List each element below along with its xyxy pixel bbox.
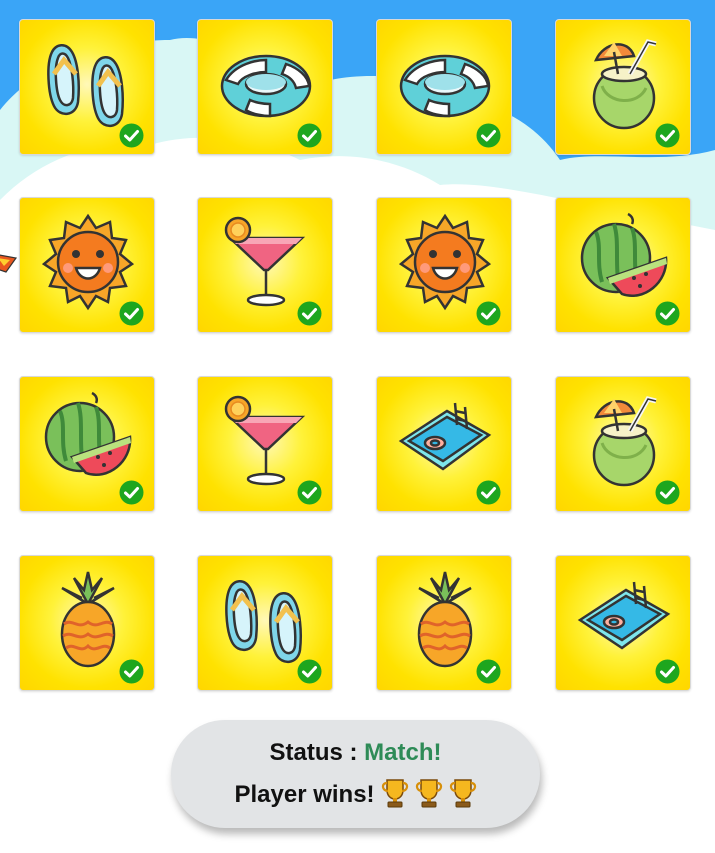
check-icon (297, 480, 322, 505)
check-icon (119, 123, 144, 148)
check-icon (297, 123, 322, 148)
trophy-icon (415, 779, 442, 808)
sun-icon (398, 213, 492, 311)
check-icon (476, 480, 501, 505)
swim-ring-icon (399, 54, 491, 118)
status-label: Status : (269, 739, 358, 766)
trophy-icon (381, 779, 408, 808)
pool-icon (398, 402, 492, 471)
sun-icon (41, 213, 135, 311)
result-line: Player wins! (171, 778, 540, 809)
check-icon (476, 123, 501, 148)
flip-flops-icon (225, 580, 302, 663)
cocktail-icon (224, 395, 306, 486)
card-swim-ring[interactable] (197, 19, 333, 155)
check-icon (119, 301, 144, 326)
airplane-icon (0, 254, 18, 273)
card-sun[interactable] (19, 197, 155, 333)
check-icon (655, 480, 680, 505)
coconut-drink-icon (592, 39, 657, 130)
card-flip-flops[interactable] (197, 555, 333, 691)
pineapple-icon (417, 571, 473, 668)
watermelon-icon (44, 391, 132, 476)
check-icon (655, 301, 680, 326)
check-icon (655, 123, 680, 148)
card-sun[interactable] (376, 197, 512, 333)
watermelon-icon (580, 212, 668, 297)
check-icon (119, 480, 144, 505)
card-coconut-drink[interactable] (555, 19, 691, 155)
coconut-drink-icon (592, 396, 657, 487)
card-swim-ring[interactable] (376, 19, 512, 155)
swim-ring-icon (220, 54, 312, 118)
card-pool[interactable] (376, 376, 512, 512)
card-watermelon[interactable] (555, 197, 691, 333)
card-flip-flops[interactable] (19, 19, 155, 155)
pool-icon (577, 581, 671, 650)
card-coconut-drink[interactable] (555, 376, 691, 512)
card-pineapple[interactable] (376, 555, 512, 691)
card-watermelon[interactable] (19, 376, 155, 512)
trophy-list (375, 779, 477, 808)
card-cocktail[interactable] (197, 197, 333, 333)
check-icon (476, 659, 501, 684)
trophy-icon (449, 779, 476, 808)
card-pineapple[interactable] (19, 555, 155, 691)
card-pool[interactable] (555, 555, 691, 691)
status-panel: Status : Match! Player wins! (171, 720, 540, 828)
check-icon (476, 301, 501, 326)
check-icon (297, 659, 322, 684)
result-text: Player wins! (234, 781, 375, 808)
check-icon (119, 659, 144, 684)
pineapple-icon (60, 571, 116, 668)
flip-flops-icon (47, 44, 124, 127)
card-cocktail[interactable] (197, 376, 333, 512)
cocktail-icon (224, 216, 306, 307)
status-value: Match! (364, 739, 442, 766)
status-line: Status : Match! (171, 739, 540, 767)
check-icon (297, 301, 322, 326)
check-icon (655, 659, 680, 684)
